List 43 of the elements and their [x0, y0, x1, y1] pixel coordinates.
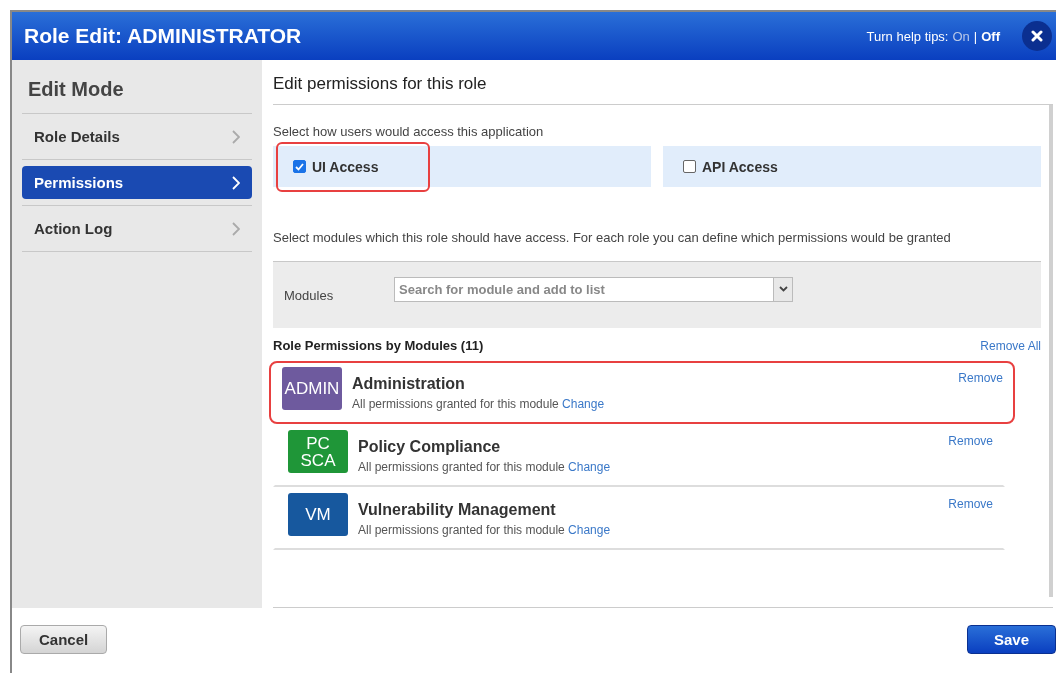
- module-badge: VM: [288, 493, 348, 536]
- sidebar-item[interactable]: Permissions: [22, 166, 252, 199]
- remove-link[interactable]: Remove: [948, 497, 993, 511]
- module-note: All permissions granted for this module: [352, 397, 559, 411]
- modules-prompt: Select modules which this role should have access. For each role you can define which permissions would be granted: [273, 230, 952, 245]
- checkmark-icon: [295, 162, 304, 171]
- change-link[interactable]: Change: [562, 397, 605, 411]
- chevron-icon: [232, 175, 240, 190]
- module-search-field[interactable]: Search for module and add to list: [394, 276, 773, 302]
- remove-link[interactable]: Remove: [948, 434, 993, 448]
- change-link[interactable]: Change: [568, 460, 611, 474]
- chevron-icon: [232, 129, 240, 144]
- help-tips-option[interactable]: Off: [981, 28, 1000, 44]
- dropdown-button[interactable]: [773, 276, 793, 302]
- module-badge: PC SCA: [288, 430, 348, 473]
- save-button[interactable]: Save: [966, 624, 1056, 654]
- module-name: Administration: [352, 375, 466, 393]
- section-title: Edit permissions for this role: [273, 72, 1053, 105]
- remove-link[interactable]: Remove: [958, 371, 1003, 385]
- modules-label: Modules: [284, 287, 335, 303]
- help-tips-label: Turn help tips:: [866, 28, 949, 44]
- list-title: Role Permissions by Modules (11): [273, 338, 484, 353]
- close-button[interactable]: [1022, 21, 1052, 51]
- scrollbar[interactable]: [1049, 105, 1053, 597]
- window-title: Role Edit: ADMINISTRATOR: [24, 24, 303, 48]
- change-link[interactable]: Change: [568, 523, 611, 537]
- module-badge: ADMIN: [282, 367, 342, 410]
- sidebar-item[interactable]: Role Details: [22, 120, 252, 153]
- access-checkbox[interactable]: API Access: [666, 141, 830, 192]
- module-note: All permissions granted for this module: [358, 523, 565, 537]
- help-tips-option[interactable]: On: [952, 28, 970, 44]
- remove-all-link[interactable]: Remove All: [980, 338, 1041, 353]
- sidebar-item[interactable]: Action Log: [22, 212, 252, 245]
- module-name: Vulnerability Management: [358, 501, 557, 519]
- cancel-button[interactable]: Cancel: [20, 624, 108, 654]
- close-icon: [1031, 30, 1043, 42]
- sidebar-title: Edit Mode: [22, 76, 252, 114]
- access-checkbox[interactable]: UI Access: [276, 141, 431, 192]
- module-name: Policy Compliance: [358, 438, 502, 456]
- module-note: All permissions granted for this module: [358, 460, 565, 474]
- separator-text: |: [973, 28, 978, 44]
- chevron-icon: [232, 221, 240, 236]
- access-prompt: Select how users would access this application: [273, 124, 545, 139]
